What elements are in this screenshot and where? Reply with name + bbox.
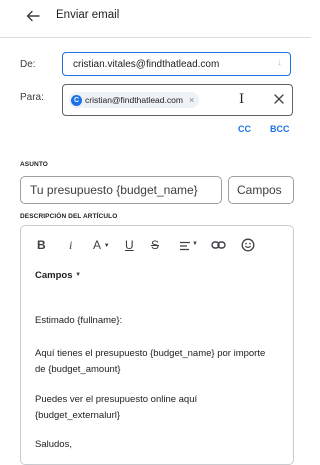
text-cursor-icon: I	[239, 92, 245, 107]
arrow-left-icon[interactable]	[26, 9, 40, 23]
campos-dropdown[interactable]: Campos ▼	[35, 270, 81, 281]
editor-line: Puedes ver el presupuesto online aquí	[35, 394, 198, 405]
recipient-avatar: C	[71, 94, 82, 106]
recipient-chip[interactable]: C cristian@findthatlead.com ×	[69, 92, 200, 108]
italic-button[interactable]: i	[69, 238, 72, 252]
page-title: Enviar email	[56, 9, 120, 21]
subject-input[interactable]: Tu presupuesto {budget_name}	[20, 176, 222, 204]
caret-down-icon: ▼	[75, 272, 82, 278]
editor-line: Saludos,	[35, 439, 72, 450]
editor-line: Estimado {fullname}:	[35, 315, 123, 326]
editor-line: de {budget_amount}	[35, 364, 121, 375]
subject-section-label: ASUNTO	[20, 161, 48, 168]
cc-button[interactable]: CC	[238, 124, 251, 134]
editor-line: Aquí tienes el presupuesto {budget_name}…	[35, 348, 266, 359]
recipient-email: cristian@findthatlead.com	[85, 95, 183, 105]
font-size-label: A	[93, 238, 101, 252]
from-label: De:	[20, 59, 36, 70]
caret-down-icon: ▼	[192, 241, 198, 247]
description-section-label: DESCRIPCIÓN DEL ARTÍCULO	[20, 213, 118, 220]
bcc-button[interactable]: BCC	[270, 124, 290, 134]
arrow-down-icon: ↓	[277, 57, 282, 68]
align-left-icon	[180, 241, 190, 251]
from-select[interactable]: cristian.vitales@findthatlead.com ↓	[62, 52, 291, 76]
from-value: cristian.vitales@findthatlead.com	[73, 59, 220, 70]
emoji-icon[interactable]	[241, 238, 255, 252]
bold-button[interactable]: B	[37, 238, 46, 252]
chip-remove-icon[interactable]: ×	[189, 95, 194, 105]
subject-campos-button[interactable]: Campos	[228, 176, 294, 204]
to-field[interactable]: C cristian@findthatlead.com × I	[62, 84, 293, 116]
strikethrough-button[interactable]: S	[151, 238, 159, 252]
campos-dropdown-label: Campos	[35, 270, 73, 281]
header-divider	[0, 37, 311, 38]
editor-line: {budget_externalurl}	[35, 410, 121, 421]
caret-down-icon: ▼	[103, 243, 110, 249]
header: Enviar email	[0, 0, 311, 32]
font-size-button[interactable]: A ▼	[93, 238, 110, 252]
align-button[interactable]: ▼	[179, 239, 198, 253]
underline-button[interactable]: U	[125, 238, 134, 252]
close-icon[interactable]	[273, 92, 285, 104]
link-icon[interactable]	[211, 239, 226, 253]
to-label: Para:	[20, 92, 44, 103]
description-editor[interactable]: B i A ▼ U S ▼ Campos ▼ Estimado {fullnam…	[20, 225, 294, 465]
